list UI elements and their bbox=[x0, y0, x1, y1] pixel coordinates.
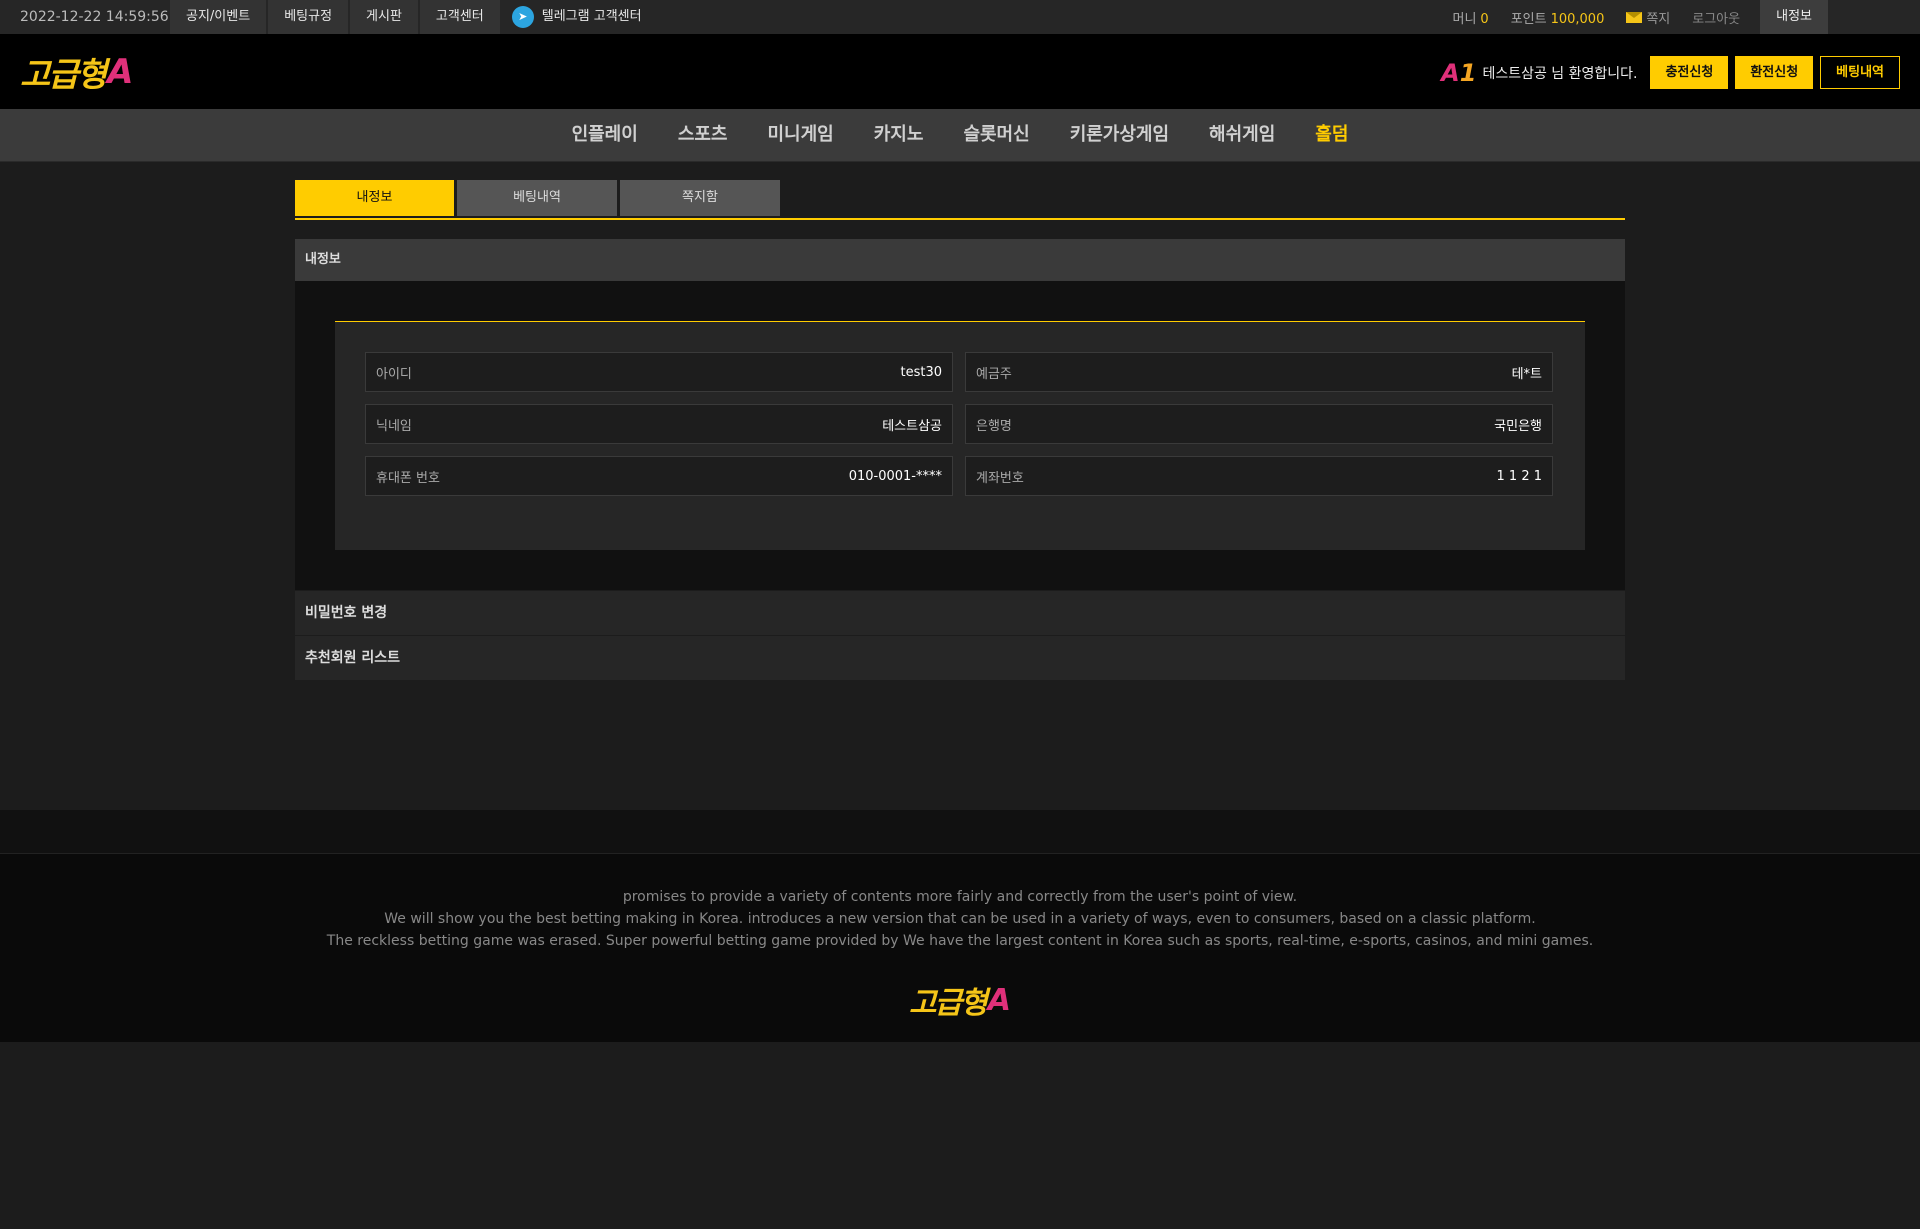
footer-strip bbox=[0, 810, 1920, 854]
top-nav-notice[interactable]: 공지/이벤트 bbox=[170, 0, 267, 34]
money-label: 머니 bbox=[1452, 11, 1477, 27]
logout-link[interactable]: 로그아웃 bbox=[1692, 8, 1740, 27]
withdraw-button[interactable]: 환전신청 bbox=[1735, 56, 1814, 89]
level-badge-a: A bbox=[1441, 58, 1460, 87]
point-label: 포인트 bbox=[1510, 11, 1547, 27]
nav-holdem[interactable]: 홀덤 bbox=[1315, 109, 1348, 161]
money-value: 0 bbox=[1480, 11, 1489, 27]
site-logo[interactable]: 고급형 A bbox=[20, 52, 134, 94]
accordion-change-password[interactable]: 비밀번호 변경 bbox=[295, 591, 1625, 636]
section-body: 아이디 test30 예금주 테*트 닉네임 테스트삼공 은행명 국민은행 휴대… bbox=[295, 281, 1625, 590]
header: 고급형 A A1 테스트삼공 님 환영합니다. 충전신청 환전신청 베팅내역 bbox=[0, 34, 1920, 109]
logo-accent: A bbox=[107, 52, 134, 92]
point-value: 100,000 bbox=[1550, 11, 1605, 27]
tab-myinfo[interactable]: 내정보 bbox=[295, 180, 454, 216]
nav-minigame[interactable]: 미니게임 bbox=[768, 109, 834, 161]
accordion-label: 비밀번호 변경 bbox=[305, 605, 388, 621]
field-label: 아이디 bbox=[376, 366, 412, 382]
deposit-button[interactable]: 충전신청 bbox=[1650, 56, 1729, 89]
welcome-message: 테스트삼공 님 환영합니다. bbox=[1482, 65, 1638, 82]
money-display: 머니 0 bbox=[1452, 8, 1488, 27]
footer-line: The reckless betting game was erased. Su… bbox=[326, 933, 1594, 949]
nav-casino[interactable]: 카지노 bbox=[874, 109, 924, 161]
field-value: 010-0001-**** bbox=[848, 468, 942, 484]
point-display: 포인트 100,000 bbox=[1511, 8, 1605, 27]
level-badge-icon: A1 bbox=[1441, 59, 1476, 87]
header-actions: A1 테스트삼공 님 환영합니다. 충전신청 환전신청 베팅내역 bbox=[1441, 55, 1900, 90]
footer-logo-accent: A bbox=[987, 982, 1012, 1018]
field-value: 테스트삼공 bbox=[882, 418, 942, 434]
info-panel: 아이디 test30 예금주 테*트 닉네임 테스트삼공 은행명 국민은행 휴대… bbox=[335, 321, 1585, 550]
field-account-number: 계좌번호 1 1 2 1 bbox=[965, 456, 1553, 496]
tab-messages[interactable]: 쪽지함 bbox=[620, 180, 780, 216]
field-label: 닉네임 bbox=[376, 418, 412, 434]
footer-logo: 고급형 A bbox=[909, 978, 1011, 1022]
footer: promises to provide a variety of content… bbox=[0, 854, 1920, 1042]
top-nav-betting-rules[interactable]: 베팅규정 bbox=[268, 0, 349, 34]
tab-betting-history[interactable]: 베팅내역 bbox=[457, 180, 617, 216]
field-user-id: 아이디 test30 bbox=[365, 352, 953, 392]
message-link[interactable]: 쪽지 bbox=[1626, 8, 1670, 27]
accordion-referral-list[interactable]: 추천회원 리스트 bbox=[295, 636, 1625, 681]
message-label: 쪽지 bbox=[1646, 11, 1671, 27]
field-label: 은행명 bbox=[976, 418, 1012, 434]
telegram-link[interactable]: ➤ 텔레그램 고객센터 bbox=[502, 0, 652, 34]
tab-bar: 내정보 베팅내역 쪽지함 bbox=[295, 180, 1625, 220]
field-label: 계좌번호 bbox=[976, 470, 1024, 486]
field-bank-name: 은행명 국민은행 bbox=[965, 404, 1553, 444]
envelope-icon bbox=[1626, 11, 1643, 23]
top-nav-customer-center[interactable]: 고객센터 bbox=[419, 0, 500, 34]
nav-kiron-virtual[interactable]: 키론가상게임 bbox=[1070, 109, 1169, 161]
logo-text: 고급형 bbox=[20, 55, 107, 94]
section-title: 내정보 bbox=[305, 252, 341, 267]
telegram-label: 텔레그램 고객센터 bbox=[541, 9, 642, 24]
field-account-holder: 예금주 테*트 bbox=[965, 352, 1553, 392]
telegram-icon: ➤ bbox=[511, 6, 534, 28]
section-header: 내정보 bbox=[295, 239, 1625, 281]
footer-line: We will show you the best betting making… bbox=[384, 911, 1536, 927]
nav-slot[interactable]: 슬롯머신 bbox=[963, 109, 1029, 161]
field-value: 1 1 2 1 bbox=[1496, 468, 1542, 484]
user-status: 머니 0 포인트 100,000 쪽지 로그아웃 내정보 bbox=[1430, 0, 1828, 34]
field-value: 국민은행 bbox=[1494, 418, 1542, 434]
top-bar: 2022-12-22 14:59:56 공지/이벤트 베팅규정 게시판 고객센터… bbox=[0, 0, 1920, 34]
footer-line: promises to provide a variety of content… bbox=[622, 889, 1298, 905]
field-nickname: 닉네임 테스트삼공 bbox=[365, 404, 953, 444]
top-nav-board[interactable]: 게시판 bbox=[350, 0, 418, 34]
current-datetime: 2022-12-22 14:59:56 bbox=[20, 9, 169, 25]
field-label: 휴대폰 번호 bbox=[376, 470, 440, 486]
nav-inplay[interactable]: 인플레이 bbox=[572, 109, 638, 161]
myinfo-link[interactable]: 내정보 bbox=[1760, 0, 1828, 34]
field-value: 테*트 bbox=[1511, 366, 1542, 382]
field-value: test30 bbox=[900, 364, 942, 380]
footer-logo-text: 고급형 bbox=[908, 986, 988, 1021]
top-nav: 공지/이벤트 베팅규정 게시판 고객센터 ➤ 텔레그램 고객센터 bbox=[170, 0, 652, 34]
betting-history-button[interactable]: 베팅내역 bbox=[1820, 56, 1900, 89]
nav-sports[interactable]: 스포츠 bbox=[678, 109, 728, 161]
field-phone-number: 휴대폰 번호 010-0001-**** bbox=[365, 456, 953, 496]
main-nav: 인플레이 스포츠 미니게임 카지노 슬롯머신 키론가상게임 해쉬게임 홀덤 bbox=[0, 109, 1920, 162]
nav-hash-game[interactable]: 해쉬게임 bbox=[1209, 109, 1275, 161]
level-badge-number: 1 bbox=[1459, 58, 1477, 87]
field-label: 예금주 bbox=[976, 366, 1012, 382]
footer-text: promises to provide a variety of content… bbox=[0, 854, 1920, 952]
accordion-label: 추천회원 리스트 bbox=[305, 650, 401, 666]
